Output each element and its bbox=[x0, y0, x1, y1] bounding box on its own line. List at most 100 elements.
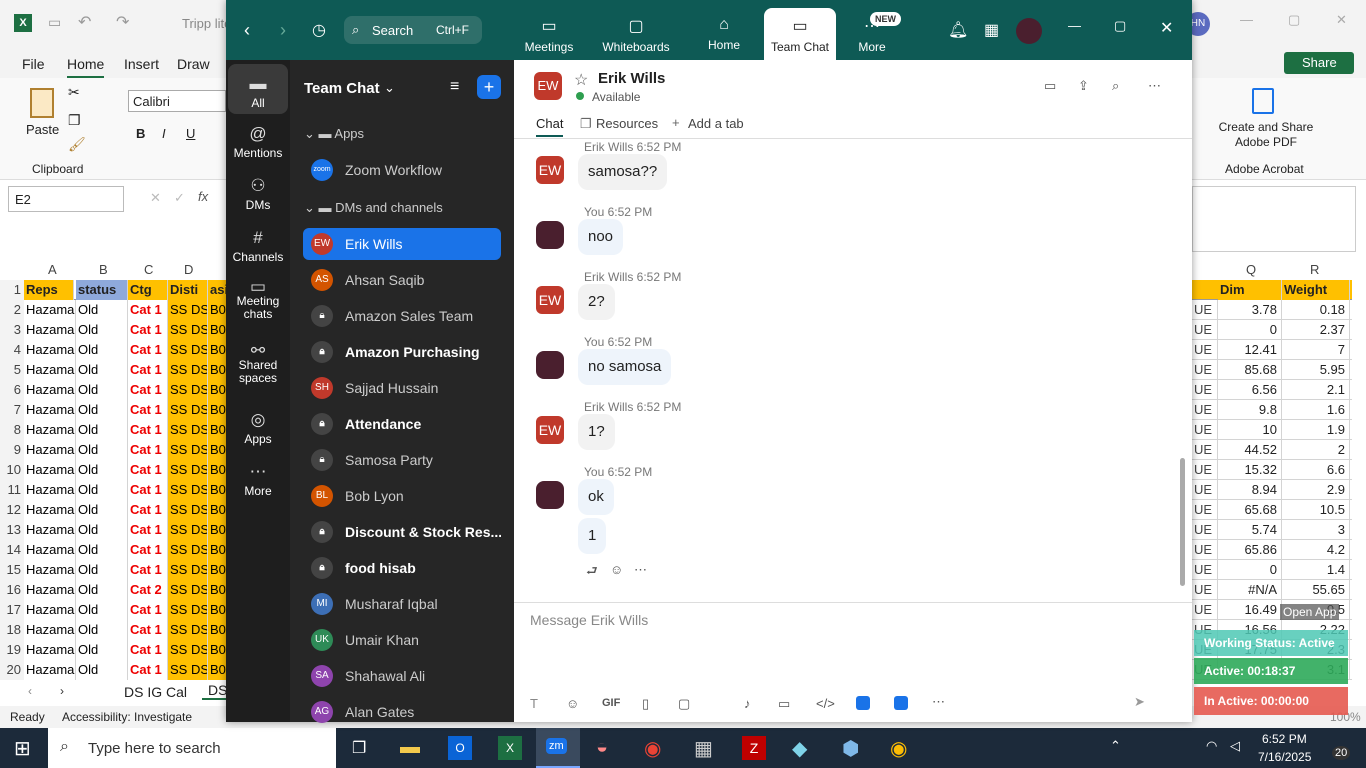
forward-icon[interactable]: › bbox=[280, 20, 286, 41]
calendar-icon[interactable]: ▦ bbox=[984, 20, 999, 40]
table-cell[interactable]: 5.74 bbox=[1218, 520, 1282, 540]
create-share-pdf-button[interactable]: Create and Share Adobe PDF bbox=[1216, 120, 1316, 150]
message-input[interactable]: Message Erik Wills bbox=[530, 612, 1170, 636]
function-icon[interactable]: fx bbox=[198, 189, 208, 204]
table-cell[interactable]: SS DS bbox=[168, 400, 208, 420]
table-cell[interactable]: B0 bbox=[208, 400, 228, 420]
maximize-icon[interactable]: ▢ bbox=[1114, 18, 1126, 34]
table-cell[interactable]: B0 bbox=[208, 360, 228, 380]
list-item[interactable]: zoom Zoom Workflow bbox=[303, 154, 501, 186]
table-cell[interactable]: B0 bbox=[208, 380, 228, 400]
table-cell[interactable]: Cat 1 bbox=[128, 480, 168, 500]
table-cell[interactable]: Hazama bbox=[24, 320, 76, 340]
self-avatar[interactable] bbox=[536, 481, 564, 509]
table-cell[interactable]: B0 bbox=[208, 600, 228, 620]
apps-section-header[interactable]: ⌄ ▬ Apps bbox=[304, 126, 364, 142]
row-header[interactable]: 9 bbox=[0, 440, 24, 460]
cancel-formula-icon[interactable]: ✕ bbox=[150, 190, 161, 206]
app-icon-notes[interactable]: ◆ bbox=[792, 736, 807, 761]
table-cell[interactable]: 65.68 bbox=[1218, 500, 1282, 520]
self-avatar[interactable] bbox=[536, 221, 564, 249]
clock-date[interactable]: 7/16/2025 bbox=[1258, 750, 1311, 764]
column-header[interactable]: A bbox=[48, 262, 57, 277]
filezilla-icon[interactable]: Z bbox=[742, 736, 766, 760]
column-header[interactable]: C bbox=[144, 262, 153, 277]
table-cell[interactable]: Cat 1 bbox=[128, 600, 168, 620]
history-icon[interactable]: ◷ bbox=[312, 20, 326, 40]
row-header[interactable]: 7 bbox=[0, 400, 24, 420]
list-item[interactable]: SA Shahawal Ali bbox=[303, 660, 501, 692]
chat-search-icon[interactable]: ⌕ bbox=[1112, 78, 1119, 94]
redo-icon[interactable]: ↷ bbox=[116, 12, 129, 32]
table-cell[interactable]: 5.95 bbox=[1282, 360, 1350, 380]
app-blue-icon-2[interactable] bbox=[894, 696, 908, 710]
row-header[interactable]: 15 bbox=[0, 560, 24, 580]
table-cell[interactable]: 10.5 bbox=[1282, 500, 1350, 520]
underline-button[interactable]: U bbox=[186, 126, 195, 141]
emoji-icon[interactable]: ☺ bbox=[566, 696, 579, 711]
table-cell[interactable]: Old bbox=[76, 560, 128, 580]
table-cell[interactable]: UE bbox=[1192, 500, 1218, 520]
table-cell[interactable]: UE bbox=[1192, 580, 1218, 600]
rail-all[interactable]: ▬ All bbox=[228, 64, 288, 114]
table-cell[interactable]: B0 bbox=[208, 580, 228, 600]
table-cell[interactable]: B0 bbox=[208, 540, 228, 560]
prev-sheet-icon[interactable]: ‹ bbox=[28, 684, 32, 698]
table-cell[interactable]: Cat 1 bbox=[128, 620, 168, 640]
table-cell[interactable]: Cat 1 bbox=[128, 520, 168, 540]
menu-file[interactable]: File bbox=[22, 56, 45, 72]
table-cell[interactable]: Old bbox=[76, 480, 128, 500]
table-cell[interactable]: Cat 1 bbox=[128, 300, 168, 320]
undo-icon[interactable]: ↶ bbox=[78, 12, 91, 32]
table-cell[interactable]: SS DS bbox=[168, 420, 208, 440]
row-header[interactable]: 1 bbox=[0, 280, 24, 300]
list-item[interactable]: 🔒︎ Amazon Sales Team bbox=[303, 300, 501, 332]
column-header[interactable]: D bbox=[184, 262, 193, 277]
row-header[interactable]: 2 bbox=[0, 300, 24, 320]
table-cell[interactable]: UE bbox=[1192, 440, 1218, 460]
format-painter-icon[interactable]: 🖌 bbox=[68, 136, 86, 153]
row-header[interactable]: 13 bbox=[0, 520, 24, 540]
file-explorer-icon[interactable]: ▬ bbox=[400, 736, 420, 759]
list-item[interactable]: 🔒︎ Discount & Stock Res... bbox=[303, 516, 501, 548]
team-chat-heading[interactable]: Team Chat bbox=[304, 80, 380, 97]
table-cell[interactable]: 4.2 bbox=[1282, 540, 1350, 560]
row-header[interactable]: 10 bbox=[0, 460, 24, 480]
table-cell[interactable]: 55.65 bbox=[1282, 580, 1350, 600]
table-cell[interactable]: SS DS bbox=[168, 440, 208, 460]
table-cell[interactable]: B0 bbox=[208, 460, 228, 480]
self-avatar[interactable] bbox=[536, 351, 564, 379]
menu-insert[interactable]: Insert bbox=[124, 56, 159, 72]
task-view-icon[interactable]: ❐ bbox=[352, 738, 366, 758]
app-icon-snip[interactable]: ◒ bbox=[596, 736, 608, 759]
list-item[interactable]: 🔒︎ food hisab bbox=[303, 552, 501, 584]
row-header[interactable]: 11 bbox=[0, 480, 24, 500]
excel-taskbar-icon[interactable]: X bbox=[498, 736, 522, 760]
zoom-taskbar-icon[interactable]: zm bbox=[536, 728, 580, 768]
table-cell[interactable]: Hazama bbox=[24, 620, 76, 640]
table-cell[interactable]: Cat 1 bbox=[128, 540, 168, 560]
tab-resources[interactable]: Resources bbox=[596, 116, 658, 131]
font-select[interactable]: Calibri bbox=[128, 90, 226, 112]
table-cell[interactable]: 3.78 bbox=[1218, 300, 1282, 320]
table-cell[interactable]: UE bbox=[1192, 340, 1218, 360]
compose-more-icon[interactable]: ⋯ bbox=[932, 694, 945, 710]
formula-input[interactable] bbox=[1192, 186, 1356, 252]
tab-chat[interactable]: Chat bbox=[536, 116, 564, 137]
menu-draw[interactable]: Draw bbox=[177, 56, 210, 72]
header-cell[interactable]: Disti bbox=[168, 280, 208, 300]
table-cell[interactable]: Hazama bbox=[24, 480, 76, 500]
sender-avatar[interactable]: EW bbox=[536, 286, 564, 314]
table-cell[interactable]: Hazama bbox=[24, 340, 76, 360]
table-cell[interactable]: SS DS bbox=[168, 480, 208, 500]
message-bubble[interactable]: no samosa bbox=[578, 349, 672, 385]
message-bubble[interactable]: 1 bbox=[578, 518, 607, 554]
filter-icon[interactable]: ≡ bbox=[450, 78, 459, 96]
table-cell[interactable]: Hazama bbox=[24, 300, 76, 320]
app-icon-vpn[interactable]: ⬢ bbox=[842, 736, 859, 761]
rail-mentions[interactable]: @ Mentions bbox=[228, 124, 288, 160]
table-cell[interactable]: 65.86 bbox=[1218, 540, 1282, 560]
star-icon[interactable]: ☆ bbox=[574, 70, 588, 90]
table-cell[interactable]: UE bbox=[1192, 480, 1218, 500]
table-cell[interactable]: B0 bbox=[208, 340, 228, 360]
